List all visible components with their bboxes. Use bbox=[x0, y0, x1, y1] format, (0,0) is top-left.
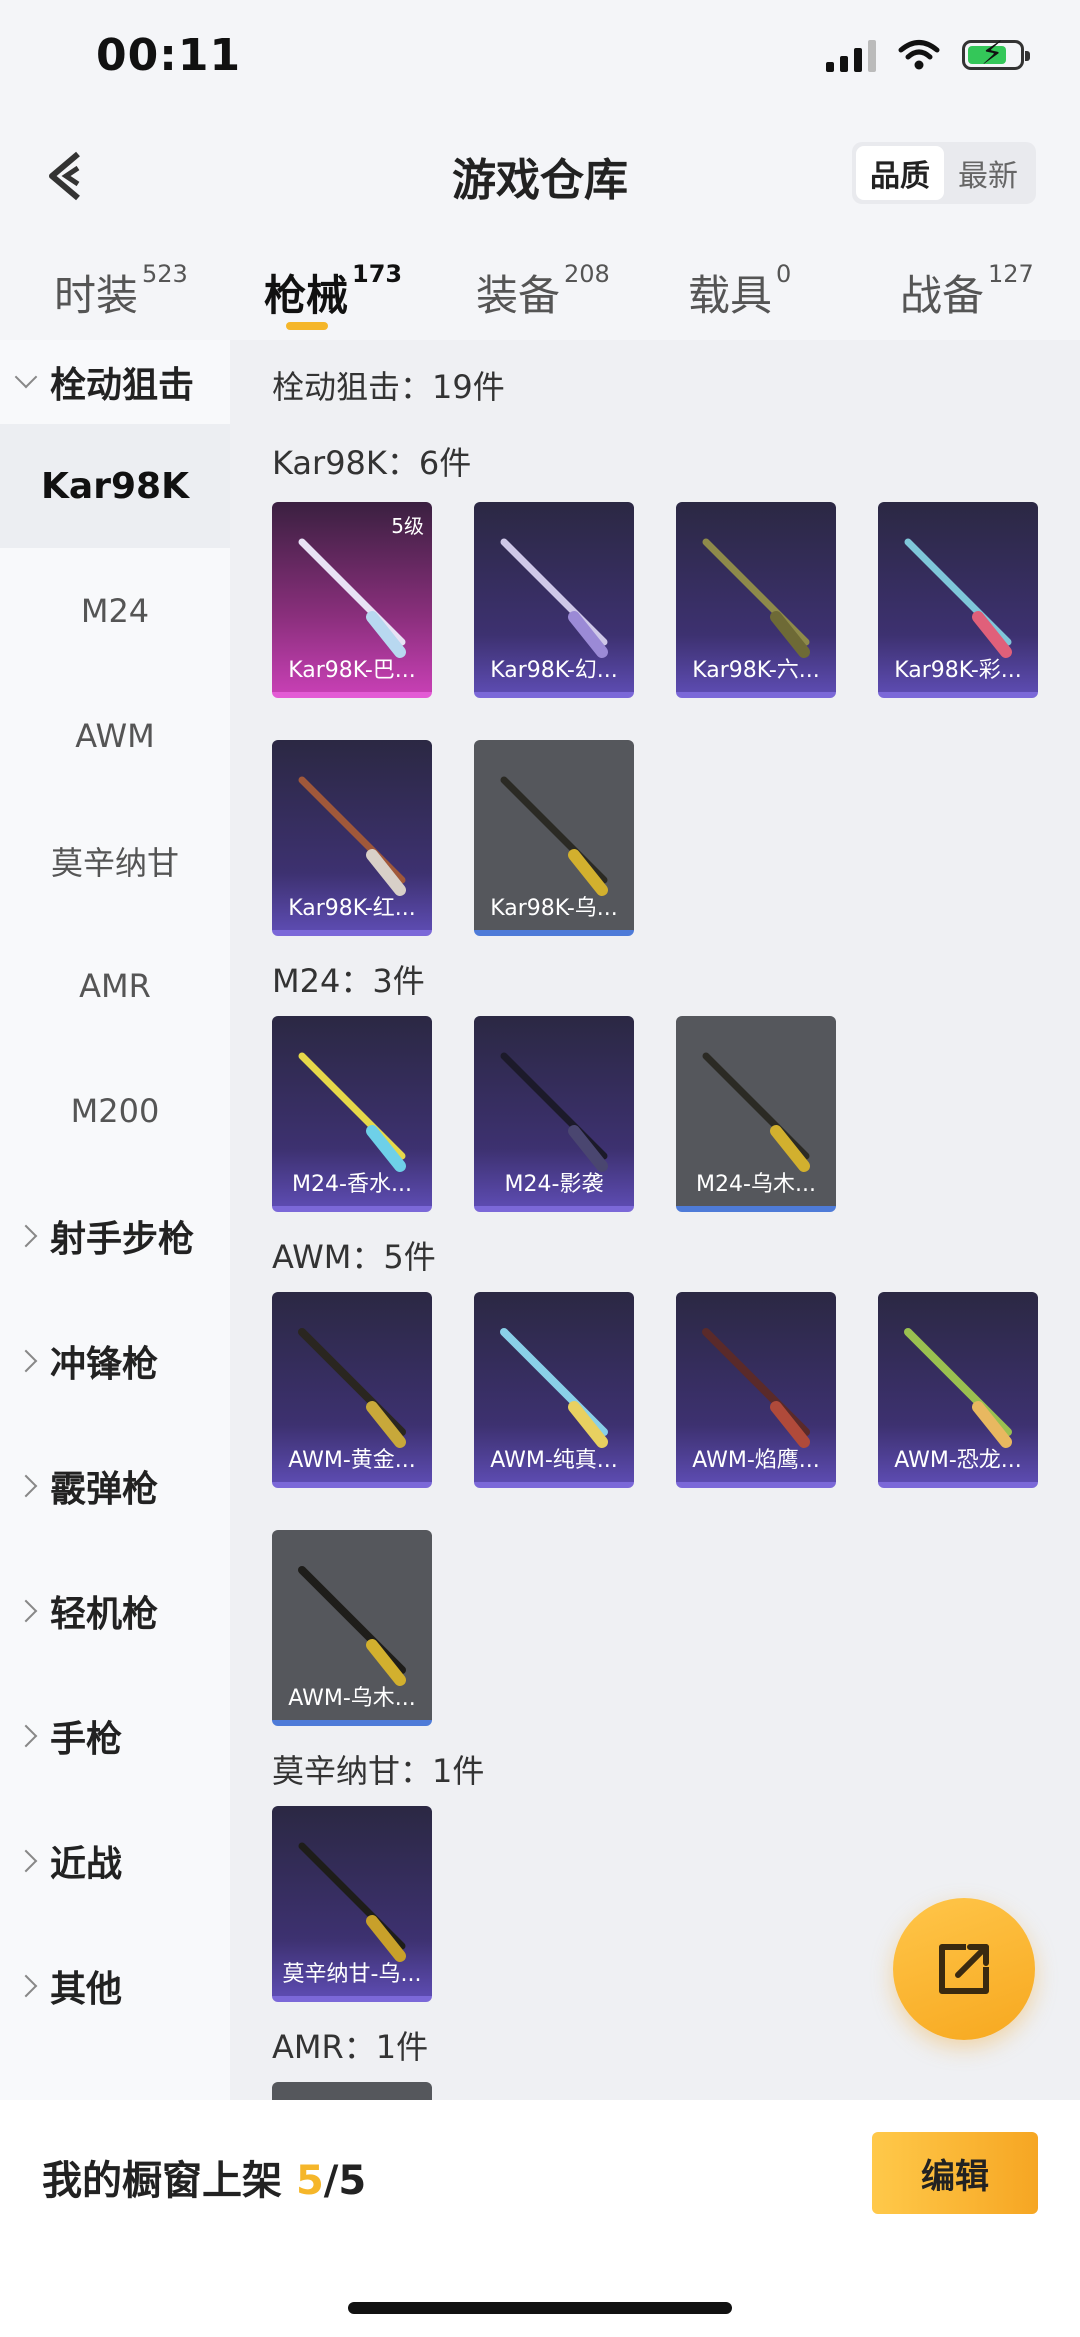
sidebar-category-lmg[interactable]: 轻机枪 bbox=[14, 1549, 158, 1673]
item-card[interactable]: AWM-黄金... bbox=[272, 1292, 432, 1488]
item-card[interactable]: Kar98K-六... bbox=[676, 502, 836, 698]
top-header: 游戏仓库 品质 最新 bbox=[0, 120, 1080, 230]
sidebar-category-dmr[interactable]: 射手步枪 bbox=[14, 1174, 194, 1298]
wifi-icon bbox=[898, 40, 940, 70]
chevron-right-icon bbox=[14, 1849, 38, 1873]
item-card[interactable]: 莫辛纳甘-乌... bbox=[272, 1806, 432, 2002]
showcase-status: 我的橱窗上架 5/5 bbox=[42, 2158, 367, 2204]
signal-icon bbox=[826, 38, 876, 72]
sidebar-category-bolt-action[interactable]: 栓动狙击 bbox=[14, 342, 194, 422]
item-card[interactable]: AWM-焰鹰... bbox=[676, 1292, 836, 1488]
item-card[interactable]: Kar98K-彩... bbox=[878, 502, 1038, 698]
chevron-right-icon bbox=[14, 1349, 38, 1373]
battery-icon: ⚡ bbox=[962, 37, 1030, 70]
item-card[interactable]: Kar98K-幻... bbox=[474, 502, 634, 698]
status-bar: 00:11 ⚡ bbox=[0, 0, 1080, 120]
item-card[interactable]: AWM-纯真... bbox=[474, 1292, 634, 1488]
category-total-label: 栓动狙击：19件 bbox=[272, 368, 505, 406]
chevron-down-icon bbox=[14, 365, 38, 389]
item-card[interactable]: Kar98K-乌... bbox=[474, 740, 634, 936]
sidebar-category-pistol[interactable]: 手枪 bbox=[14, 1674, 122, 1798]
section-label-awm: AWM：5件 bbox=[272, 1238, 436, 1276]
item-card[interactable]: AWM-乌木... bbox=[272, 1530, 432, 1726]
section-label-m24: M24：3件 bbox=[272, 962, 425, 1000]
sidebar-item-mosin[interactable]: 莫辛纳甘 bbox=[0, 799, 230, 923]
tab-vehicles[interactable]: 载具 0 bbox=[688, 260, 791, 323]
sidebar-category-shotgun[interactable]: 霰弹枪 bbox=[14, 1424, 158, 1548]
chevron-right-icon bbox=[14, 1974, 38, 1998]
item-card[interactable]: AWM-恐龙... bbox=[878, 1292, 1038, 1488]
sidebar-item-m200[interactable]: M200 bbox=[0, 1049, 230, 1173]
sort-quality-button[interactable]: 品质 bbox=[856, 146, 944, 200]
chevron-right-icon bbox=[14, 1474, 38, 1498]
sidebar-category-other[interactable]: 其他 bbox=[14, 1924, 122, 2048]
item-card[interactable]: M24-香水... bbox=[272, 1016, 432, 1212]
sidebar-item-kar98k[interactable]: Kar98K bbox=[0, 424, 230, 548]
status-time: 00:11 bbox=[96, 30, 242, 81]
item-card[interactable]: M24-影袭 bbox=[474, 1016, 634, 1212]
sidebar-item-m24[interactable]: M24 bbox=[0, 549, 230, 673]
sort-newest-button[interactable]: 最新 bbox=[944, 146, 1032, 200]
sidebar: 栓动狙击 Kar98K M24 AWM 莫辛纳甘 AMR M200 射手步枪 冲… bbox=[0, 340, 230, 2100]
sidebar-item-amr[interactable]: AMR bbox=[0, 924, 230, 1048]
section-label-amr: AMR：1件 bbox=[272, 2028, 429, 2066]
tab-supplies[interactable]: 战备 127 bbox=[900, 260, 1034, 323]
tab-fashion[interactable]: 时装 523 bbox=[54, 260, 188, 323]
sidebar-category-melee[interactable]: 近战 bbox=[14, 1799, 122, 1923]
sidebar-item-awm[interactable]: AWM bbox=[0, 674, 230, 798]
section-label-kar98k: Kar98K：6件 bbox=[272, 444, 472, 482]
item-card[interactable]: M24-乌木... bbox=[676, 1016, 836, 1212]
edit-button[interactable]: 编辑 bbox=[872, 2132, 1038, 2214]
tab-equipment[interactable]: 装备 208 bbox=[476, 260, 610, 323]
chevron-right-icon bbox=[14, 1599, 38, 1623]
home-indicator bbox=[348, 2302, 732, 2314]
item-card[interactable]: 5级 Kar98K-巴... bbox=[272, 502, 432, 698]
active-tab-indicator bbox=[286, 322, 328, 330]
share-button[interactable] bbox=[893, 1898, 1035, 2040]
chevron-right-icon bbox=[14, 1224, 38, 1248]
category-tabs: 时装 523 枪械 173 装备 208 载具 0 战备 127 bbox=[0, 250, 1080, 340]
section-label-mosin: 莫辛纳甘：1件 bbox=[272, 1752, 485, 1790]
tab-firearms[interactable]: 枪械 173 bbox=[264, 260, 402, 323]
sort-toggle: 品质 最新 bbox=[852, 142, 1036, 204]
item-card[interactable] bbox=[272, 2082, 432, 2100]
item-grid-area[interactable]: 栓动狙击：19件 Kar98K：6件 5级 Kar98K-巴... Kar98K… bbox=[230, 340, 1080, 2100]
status-icons: ⚡ bbox=[826, 37, 1030, 72]
chevron-right-icon bbox=[14, 1724, 38, 1748]
item-card[interactable]: Kar98K-红... bbox=[272, 740, 432, 936]
share-icon bbox=[939, 1944, 989, 1994]
sidebar-category-smg[interactable]: 冲锋枪 bbox=[14, 1299, 158, 1423]
